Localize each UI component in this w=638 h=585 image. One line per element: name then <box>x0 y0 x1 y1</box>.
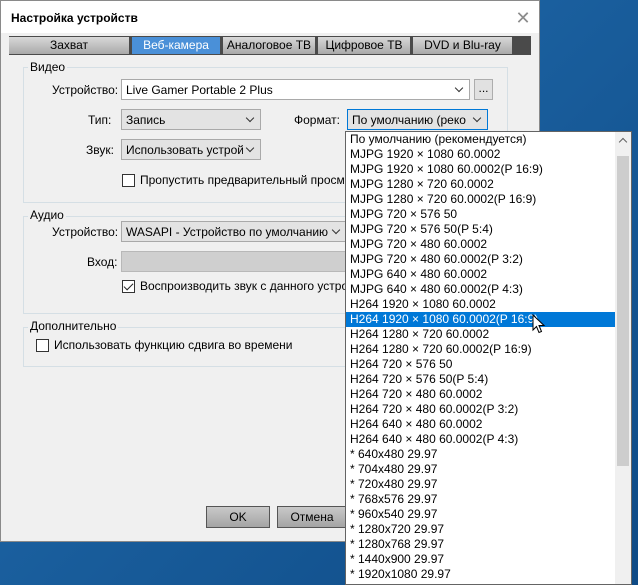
format-option[interactable]: MJPG 640 × 480 60.0002(P 4:3) <box>346 282 616 297</box>
advanced-group-title: Дополнительно <box>28 319 119 333</box>
tab-analog-tv[interactable]: Аналоговое ТВ <box>223 37 315 54</box>
format-option[interactable]: * 640x480 29.97 <box>346 447 616 462</box>
format-option[interactable]: H264 1920 × 1080 60.0002 <box>346 297 616 312</box>
video-sound-label: Звук: <box>86 143 114 157</box>
scroll-up-icon[interactable] <box>615 132 631 149</box>
format-option[interactable]: H264 1280 × 720 60.0002(P 16:9) <box>346 342 616 357</box>
format-option[interactable]: * 704x480 29.97 <box>346 462 616 477</box>
format-dropdown-list[interactable]: По умолчанию (рекомендуется) MJPG 1920 × … <box>345 131 632 585</box>
chevron-down-icon <box>243 110 260 129</box>
scrollbar-thumb[interactable] <box>617 156 629 466</box>
format-option[interactable]: * 1280x768 29.97 <box>346 537 616 552</box>
close-icon[interactable]: ✕ <box>513 8 533 28</box>
video-format-label: Формат: <box>294 113 340 127</box>
video-type-value: Запись <box>126 113 166 127</box>
tab-webcam[interactable]: Веб-камера <box>132 37 220 54</box>
format-option[interactable]: * 960x540 29.97 <box>346 507 616 522</box>
audio-group-title: Аудио <box>28 208 66 222</box>
format-option[interactable]: H264 720 × 480 60.0002 <box>346 387 616 402</box>
format-option[interactable]: MJPG 1280 × 720 60.0002(P 16:9) <box>346 192 616 207</box>
tab-dvd-bluray[interactable]: DVD и Blu-ray <box>413 37 512 54</box>
format-option[interactable]: По умолчанию (рекомендуется) <box>346 132 616 147</box>
format-option[interactable]: * 1920x1080 29.97 <box>346 567 616 582</box>
format-option[interactable]: H264 720 × 576 50 <box>346 357 616 372</box>
format-option[interactable]: MJPG 720 × 576 50(P 5:4) <box>346 222 616 237</box>
video-device-value: Live Gamer Portable 2 Plus <box>126 83 273 97</box>
format-option[interactable]: * 720x480 29.97 <box>346 477 616 492</box>
tab-capture[interactable]: Захват <box>9 37 129 54</box>
chevron-down-icon <box>329 222 346 241</box>
video-format-value: По умолчанию (реко <box>352 113 466 127</box>
chevron-down-icon <box>470 110 487 129</box>
mouse-pointer-icon <box>532 314 546 334</box>
video-type-select[interactable]: Запись <box>121 109 261 130</box>
timeshift-checkbox[interactable] <box>36 339 49 352</box>
chevron-down-icon <box>452 80 469 99</box>
chevron-down-icon <box>243 140 260 159</box>
format-option[interactable]: MJPG 640 × 480 60.0002 <box>346 267 616 282</box>
play-sound-label: Воспроизводить звук с данного устрой <box>140 279 355 293</box>
skip-preview-checkbox[interactable] <box>122 174 135 187</box>
skip-preview-label: Пропустить предварительный просмо <box>140 173 352 187</box>
format-option[interactable]: H264 640 × 480 60.0002(P 4:3) <box>346 432 616 447</box>
format-option[interactable]: MJPG 720 × 576 50 <box>346 207 616 222</box>
audio-device-value: WASAPI - Устройство по умолчанию <box>126 225 329 239</box>
audio-input-label: Вход: <box>87 255 118 269</box>
format-option[interactable]: H264 720 × 576 50(P 5:4) <box>346 372 616 387</box>
format-option[interactable]: H264 1920 × 1080 60.0002(P 16:9) <box>346 312 616 327</box>
tab-digital-tv[interactable]: Цифровое ТВ <box>318 37 410 54</box>
video-device-select[interactable]: Live Gamer Portable 2 Plus <box>121 79 470 100</box>
video-format-select[interactable]: По умолчанию (реко <box>347 109 488 130</box>
format-options: По умолчанию (рекомендуется) MJPG 1920 × … <box>346 132 616 582</box>
audio-device-label: Устройство: <box>52 225 119 239</box>
format-option[interactable]: MJPG 1280 × 720 60.0002 <box>346 177 616 192</box>
video-sound-select[interactable]: Использовать устрой <box>121 139 261 160</box>
video-type-label: Тип: <box>88 113 112 127</box>
format-option[interactable]: MJPG 720 × 480 60.0002(P 3:2) <box>346 252 616 267</box>
audio-input-select[interactable] <box>121 251 347 272</box>
format-option[interactable]: H264 640 × 480 60.0002 <box>346 417 616 432</box>
play-sound-checkbox[interactable] <box>122 280 135 293</box>
format-option[interactable]: MJPG 1920 × 1080 60.0002 <box>346 147 616 162</box>
format-option[interactable]: MJPG 720 × 480 60.0002 <box>346 237 616 252</box>
video-group-title: Видео <box>28 60 68 74</box>
audio-device-select[interactable]: WASAPI - Устройство по умолчанию <box>121 221 347 242</box>
tab-bar: Захват Веб-камера Аналоговое ТВ Цифровое… <box>9 36 531 55</box>
title-bar[interactable]: Настройка устройств ✕ <box>1 1 539 33</box>
video-device-browse-button[interactable]: ... <box>474 79 493 100</box>
format-option[interactable]: H264 720 × 480 60.0002(P 3:2) <box>346 402 616 417</box>
cancel-button[interactable]: Отмена <box>277 506 347 528</box>
format-option[interactable]: MJPG 1920 × 1080 60.0002(P 16:9) <box>346 162 616 177</box>
dropdown-scrollbar[interactable] <box>615 132 631 584</box>
format-option[interactable]: * 768x576 29.97 <box>346 492 616 507</box>
timeshift-label: Использовать функцию сдвига во времени <box>54 338 293 352</box>
video-sound-value: Использовать устрой <box>126 143 244 157</box>
window-title: Настройка устройств <box>11 11 138 25</box>
format-option[interactable]: * 1440x900 29.97 <box>346 552 616 567</box>
format-option[interactable]: * 1280x720 29.97 <box>346 522 616 537</box>
ok-button[interactable]: OK <box>206 506 270 528</box>
format-option[interactable]: H264 1280 × 720 60.0002 <box>346 327 616 342</box>
video-device-label: Устройство: <box>52 83 119 97</box>
